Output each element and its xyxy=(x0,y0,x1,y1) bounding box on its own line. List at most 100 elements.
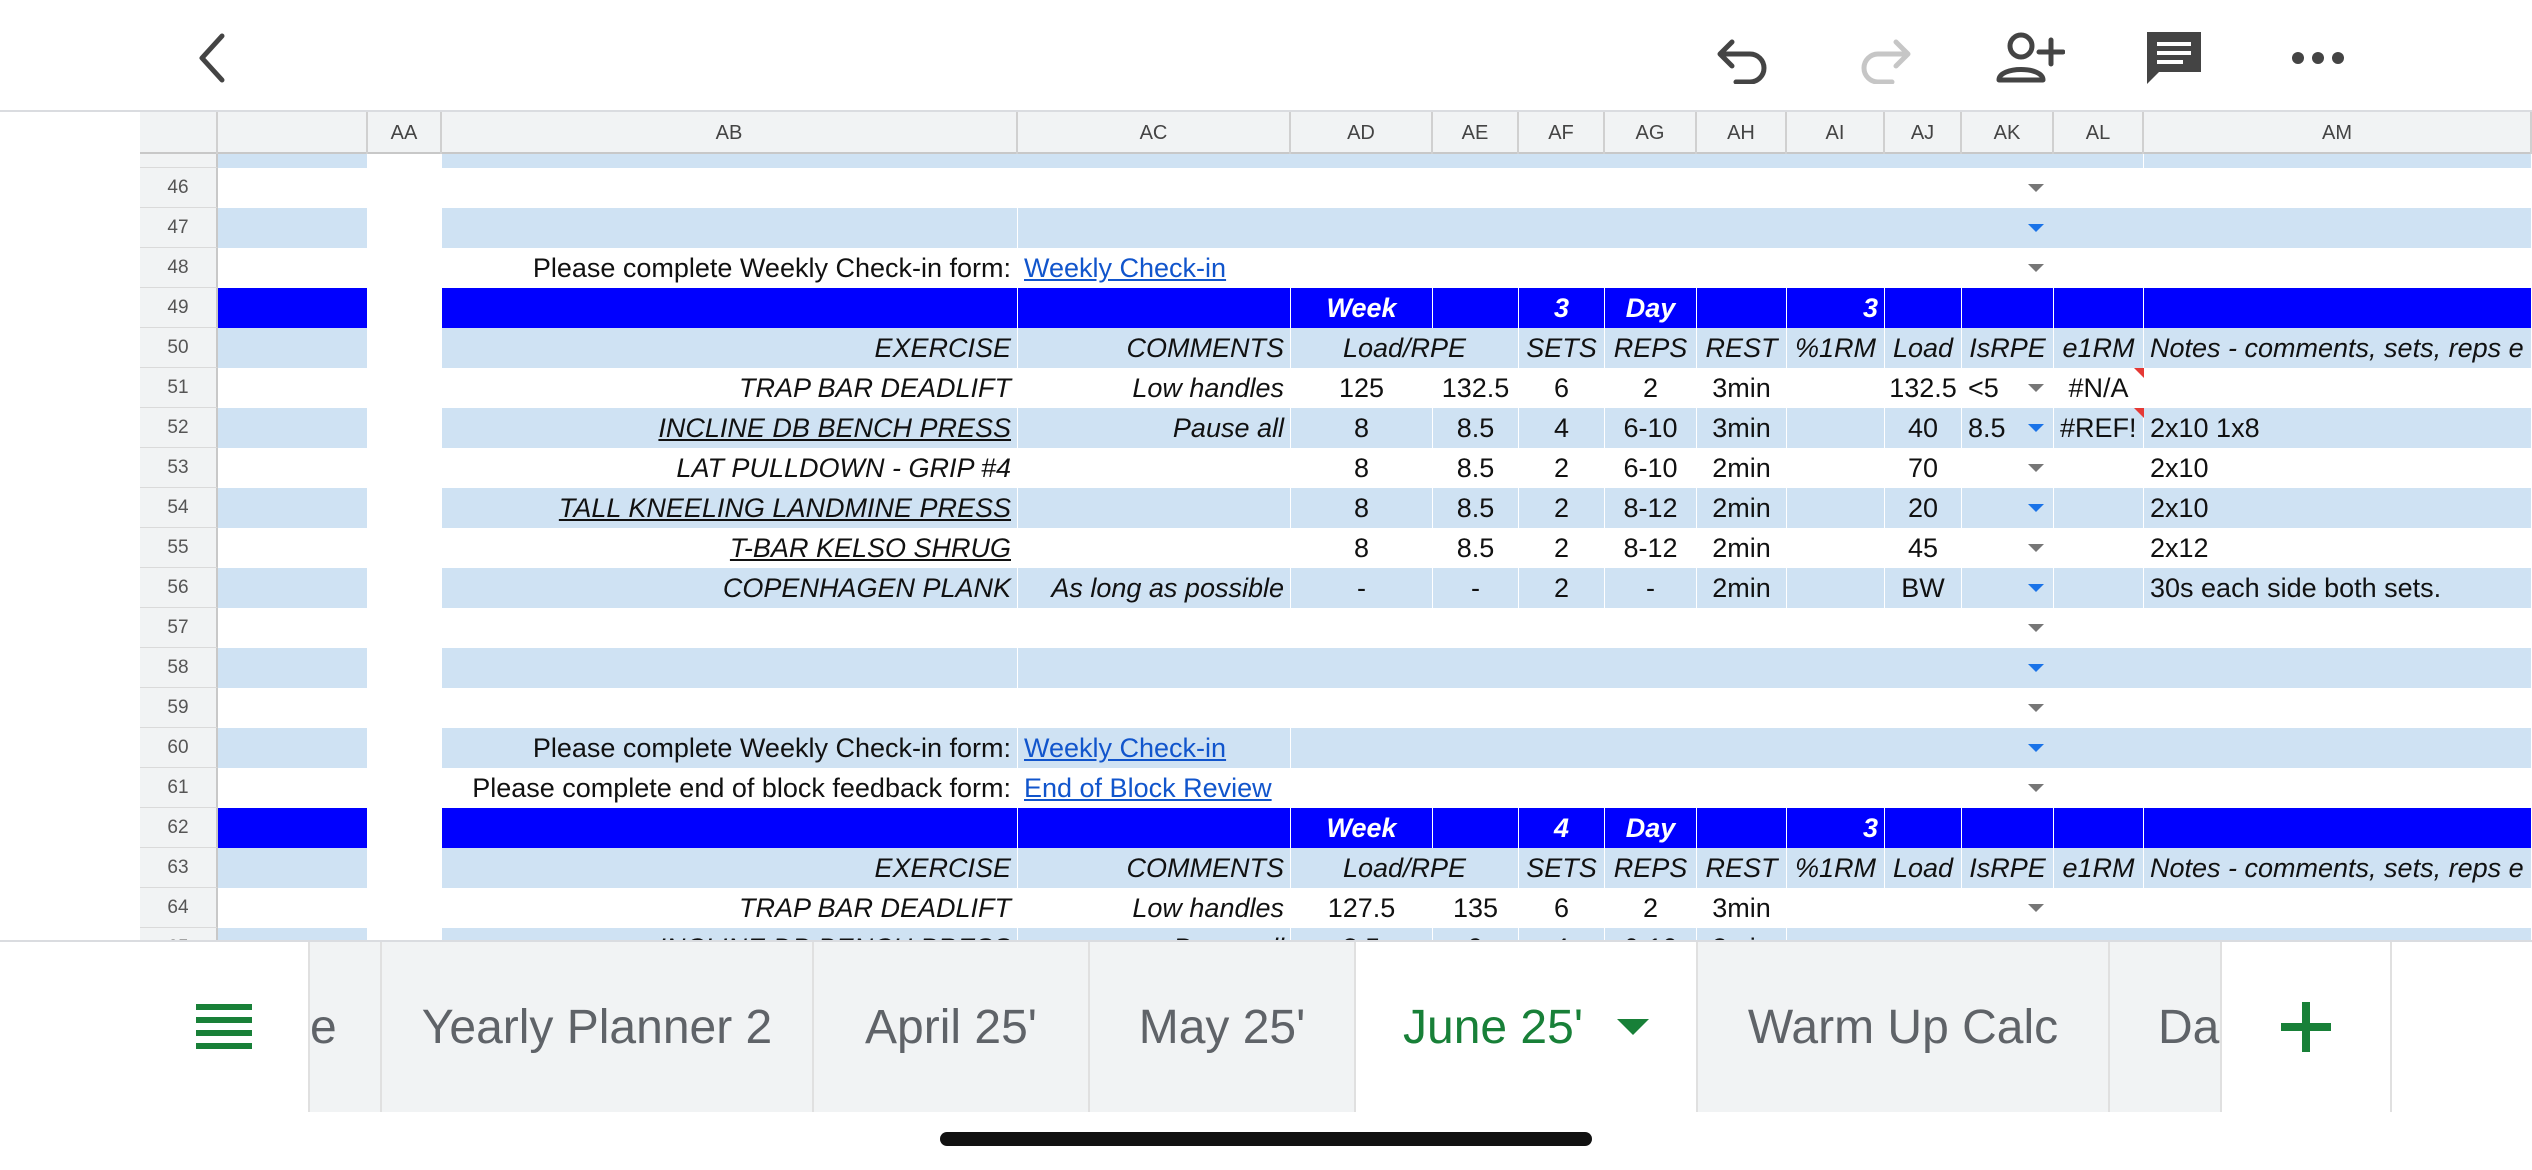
table-cell[interactable] xyxy=(1433,288,1519,328)
column-header-ae[interactable]: AE xyxy=(1433,112,1519,154)
row-number[interactable]: 50 xyxy=(140,328,218,368)
comment-indicator-icon[interactable] xyxy=(2134,368,2144,378)
table-cell[interactable] xyxy=(218,568,368,608)
table-cell[interactable] xyxy=(1018,208,2532,248)
comment-cell[interactable]: Pause all xyxy=(1018,408,1291,448)
dropdown-arrow-icon[interactable] xyxy=(2028,224,2044,232)
load-rpe-cell[interactable]: 8 xyxy=(1291,488,1433,528)
end-of-block-link-cell[interactable]: End of Block Review xyxy=(1018,768,1518,808)
load-rpe-cell[interactable]: 8.5 xyxy=(1433,528,1519,568)
header-1rm[interactable]: %1RM xyxy=(1787,848,1885,888)
table-cell[interactable] xyxy=(1018,288,1291,328)
exercise-cell[interactable]: TRAP BAR DEADLIFT xyxy=(442,888,1018,928)
reps-cell[interactable]: 6-10 xyxy=(1605,408,1697,448)
reps-cell[interactable]: 2 xyxy=(1605,888,1697,928)
header-notes[interactable]: Notes - comments, sets, reps e xyxy=(2144,848,2532,888)
week-label[interactable]: Week xyxy=(1291,288,1433,328)
row-number[interactable]: 51 xyxy=(140,368,218,408)
column-header-aa[interactable]: AA xyxy=(368,112,442,154)
dropdown-arrow-icon[interactable] xyxy=(2028,584,2044,592)
comment-cell[interactable] xyxy=(1018,448,1291,488)
sheet-tab-april[interactable]: April 25' xyxy=(814,942,1090,1112)
share-button[interactable] xyxy=(1994,22,2066,94)
header-sets[interactable]: SETS xyxy=(1519,328,1605,368)
sets-cell[interactable]: 2 xyxy=(1519,448,1605,488)
header-rest[interactable]: REST xyxy=(1697,328,1787,368)
header-exercise[interactable]: EXERCISE xyxy=(442,328,1018,368)
all-sheets-button[interactable] xyxy=(140,942,310,1112)
column-header-ag[interactable]: AG xyxy=(1605,112,1697,154)
table-cell[interactable] xyxy=(442,288,1018,328)
row-number[interactable]: 55 xyxy=(140,528,218,568)
weekly-check-in-link-cell[interactable]: Weekly Check-in xyxy=(1018,728,1291,768)
dropdown-arrow-icon[interactable] xyxy=(2028,264,2044,272)
dropdown-arrow-icon[interactable] xyxy=(2028,784,2044,792)
load-rpe-cell[interactable]: 8 xyxy=(1291,408,1433,448)
row-number[interactable]: 65 xyxy=(140,928,218,940)
row-number[interactable]: 45 xyxy=(140,154,218,168)
undo-button[interactable] xyxy=(1706,22,1778,94)
table-cell[interactable] xyxy=(218,328,368,368)
table-cell[interactable] xyxy=(442,208,1018,248)
comment-cell[interactable]: As long as possible xyxy=(1018,568,1291,608)
table-cell[interactable] xyxy=(218,848,368,888)
sets-cell[interactable]: 2 xyxy=(1519,528,1605,568)
load-cell[interactable]: 20 xyxy=(1885,488,1962,528)
load-rpe-cell[interactable]: 135 xyxy=(1433,888,1519,928)
redo-button[interactable] xyxy=(1850,22,1922,94)
row-number[interactable]: 49 xyxy=(140,288,218,328)
table-cell[interactable] xyxy=(218,488,368,528)
reps-cell[interactable]: 2 xyxy=(1605,368,1697,408)
comment-cell[interactable]: Low handles xyxy=(1018,368,1291,408)
row-number[interactable]: 57 xyxy=(140,608,218,648)
day-value[interactable]: 3 xyxy=(1787,288,1885,328)
weekly-check-in-link[interactable]: Weekly Check-in xyxy=(1024,253,1226,283)
dropdown-arrow-icon[interactable] xyxy=(2028,704,2044,712)
sets-cell[interactable]: 6 xyxy=(1519,888,1605,928)
notes-cell[interactable]: 2x12 xyxy=(2144,528,2532,568)
table-cell[interactable] xyxy=(1962,288,2054,328)
column-header-ai[interactable]: AI xyxy=(1787,112,1885,154)
rest-cell[interactable]: 3min xyxy=(1697,888,1787,928)
exercise-cell[interactable]: TRAP BAR DEADLIFT xyxy=(442,368,1018,408)
column-header-ab[interactable]: AB xyxy=(442,112,1018,154)
week-label[interactable]: Week xyxy=(1291,808,1433,848)
day-label[interactable]: Day xyxy=(1605,288,1697,328)
header-load-rpe[interactable]: Load/RPE xyxy=(1291,848,1519,888)
check-in-prompt[interactable]: Please complete Weekly Check-in form: xyxy=(442,248,1018,288)
header-exercise[interactable]: EXERCISE xyxy=(442,848,1018,888)
row-number[interactable]: 60 xyxy=(140,728,218,768)
column-header-ac[interactable]: AC xyxy=(1018,112,1291,154)
load-rpe-cell[interactable]: 127.5 xyxy=(1291,888,1433,928)
header-load-rpe[interactable]: Load/RPE xyxy=(1291,328,1519,368)
table-cell[interactable] xyxy=(218,928,368,940)
header-notes[interactable]: Notes - comments, sets, reps e xyxy=(2144,328,2532,368)
notes-cell[interactable]: 2x10 xyxy=(2144,448,2532,488)
header-1rm[interactable]: %1RM xyxy=(1787,328,1885,368)
check-in-prompt[interactable]: Please complete Weekly Check-in form: xyxy=(442,728,1018,768)
dropdown-arrow-icon[interactable] xyxy=(2028,184,2044,192)
column-header[interactable] xyxy=(218,112,368,154)
header-reps[interactable]: REPS xyxy=(1605,848,1697,888)
header-e1rm[interactable]: e1RM xyxy=(2054,848,2144,888)
load-rpe-cell[interactable]: 132.5 xyxy=(1433,368,1519,408)
header-reps[interactable]: REPS xyxy=(1605,328,1697,368)
rest-cell[interactable]: 3min xyxy=(1697,408,1787,448)
reps-cell[interactable]: 8-12 xyxy=(1605,488,1697,528)
rest-cell[interactable]: 2min xyxy=(1697,488,1787,528)
table-cell[interactable] xyxy=(1697,808,1787,848)
row-number[interactable]: 62 xyxy=(140,808,218,848)
column-header-ak[interactable]: AK xyxy=(1962,112,2054,154)
load-cell[interactable]: BW xyxy=(1885,568,1962,608)
e1rm-cell[interactable]: #REF! xyxy=(2054,408,2144,448)
header-load[interactable]: Load xyxy=(1885,328,1962,368)
end-of-block-review-link[interactable]: End of Block Review xyxy=(1024,773,1272,803)
header-isrpe[interactable]: IsRPE xyxy=(1962,848,2054,888)
header-load[interactable]: Load xyxy=(1885,848,1962,888)
dropdown-arrow-icon[interactable] xyxy=(2028,744,2044,752)
load-rpe-cell[interactable]: 8.5 xyxy=(1291,928,1433,940)
rest-cell[interactable]: 3min xyxy=(1697,928,1787,940)
sheet-tab-warm-up-calc[interactable]: Warm Up Calc xyxy=(1698,942,2110,1112)
load-rpe-cell[interactable]: 9 xyxy=(1433,928,1519,940)
load-cell[interactable]: 40 xyxy=(1885,408,1962,448)
